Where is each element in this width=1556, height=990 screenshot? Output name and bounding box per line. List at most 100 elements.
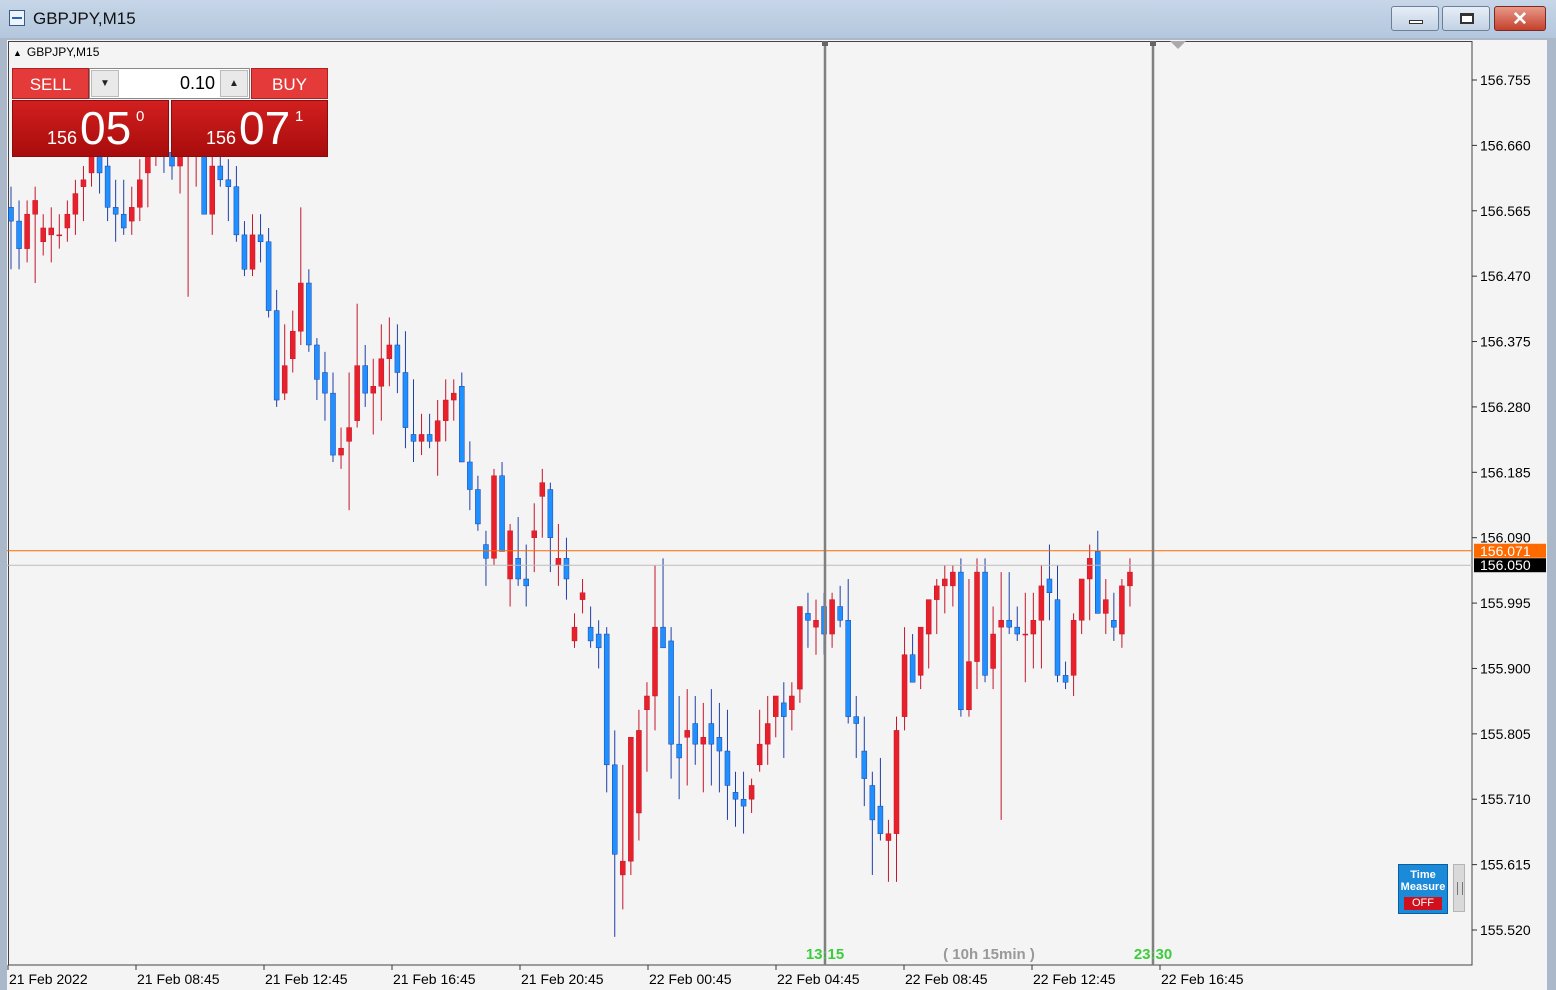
candle-body xyxy=(322,372,328,394)
candle-body xyxy=(805,613,811,621)
chart-area[interactable]: 13:15 23:30 ( 10h 15min ) 156.755 156.660 156… xyxy=(7,40,1547,990)
candle-body xyxy=(708,723,715,745)
price-tick-label: 155.805 xyxy=(1480,726,1531,742)
candle-body xyxy=(402,372,409,428)
candle-body xyxy=(885,833,892,841)
time-measure-label-line2: Measure xyxy=(1400,881,1446,893)
candle-body xyxy=(579,592,586,600)
candle-body xyxy=(475,489,481,525)
buy-price-pips: 07 xyxy=(239,102,291,154)
candle-body xyxy=(249,234,256,270)
time-measure-state: OFF xyxy=(1404,897,1442,910)
candle-body xyxy=(346,427,352,442)
candle-body xyxy=(716,737,723,752)
candle-body xyxy=(72,193,79,215)
window-titlebar[interactable]: GBPJPY,M15 ✕ xyxy=(0,0,1556,38)
price-tick-label: 155.615 xyxy=(1480,857,1531,873)
candle-body xyxy=(668,640,674,745)
candle-body xyxy=(950,571,956,587)
candle-body xyxy=(491,475,497,559)
candle-body xyxy=(563,558,570,580)
candle-body xyxy=(129,207,135,222)
price-tick-label: 155.520 xyxy=(1480,922,1531,938)
lot-increase-button[interactable]: ▲ xyxy=(220,70,248,97)
candle-body xyxy=(917,626,924,676)
time-measure-drag-handle[interactable] xyxy=(1453,864,1465,912)
candle-body xyxy=(877,805,884,834)
lot-decrease-button[interactable]: ▼ xyxy=(91,70,119,97)
candle-body xyxy=(660,626,666,649)
candle-body xyxy=(1111,620,1117,628)
chart-window-icon xyxy=(9,10,25,26)
candle-body xyxy=(990,633,996,669)
time-tick-label: 21 Feb 08:45 xyxy=(137,971,220,987)
time-tick-label: 21 Feb 12:45 xyxy=(265,971,348,987)
candle-body xyxy=(281,365,288,394)
candle-body xyxy=(48,227,54,236)
candle-body xyxy=(209,165,215,215)
candle-body xyxy=(1119,585,1125,635)
candle-body xyxy=(1038,585,1045,621)
buy-price-prefix: 156 xyxy=(206,128,237,148)
candle-body xyxy=(925,599,932,635)
sell-price-quote[interactable]: 156 05 0 xyxy=(12,100,169,157)
candle-body xyxy=(354,365,360,421)
time-measure-toggle-button[interactable]: Time Measure OFF xyxy=(1398,864,1448,914)
candle-body xyxy=(265,241,272,311)
chart-background xyxy=(7,40,1547,990)
sell-price-fraction: 0 xyxy=(136,108,145,125)
candle-body xyxy=(434,420,441,442)
candle-body xyxy=(571,626,578,642)
candle-body xyxy=(273,310,280,401)
buy-button[interactable]: BUY xyxy=(251,68,328,99)
candle-body xyxy=(620,860,626,876)
maximize-button[interactable] xyxy=(1442,6,1490,31)
candle-body xyxy=(837,606,843,621)
price-chart[interactable]: 13:15 23:30 ( 10h 15min ) 156.755 156.660 156… xyxy=(7,40,1547,990)
candle-body xyxy=(652,626,658,697)
time-marker-label: 23:30 xyxy=(1134,946,1172,963)
bid-price-label: 156.050 xyxy=(1480,557,1531,573)
candle-body xyxy=(241,234,248,270)
sell-price-prefix: 156 xyxy=(47,128,78,148)
close-button[interactable]: ✕ xyxy=(1494,6,1546,31)
sell-button[interactable]: SELL xyxy=(12,68,89,99)
candle-body xyxy=(120,213,127,229)
candle-body xyxy=(306,282,312,346)
candle-body xyxy=(1054,599,1061,676)
candle-body xyxy=(829,599,835,635)
candle-body xyxy=(1046,578,1053,594)
candle-body xyxy=(595,633,602,649)
candle-body xyxy=(636,730,642,814)
maximize-icon xyxy=(1460,13,1474,24)
lot-size-value[interactable]: 0.10 xyxy=(180,73,215,94)
time-tick-label: 22 Feb 12:45 xyxy=(1033,971,1116,987)
time-marker-label: 13:15 xyxy=(806,946,844,963)
candle-body xyxy=(958,571,964,711)
lot-size-input[interactable]: ▼ 0.10 ▲ xyxy=(89,68,250,99)
time-tick-label: 22 Feb 00:45 xyxy=(649,971,732,987)
candle-body xyxy=(982,571,988,676)
candle-body xyxy=(974,571,980,662)
candle-body xyxy=(104,165,111,208)
candle-body xyxy=(1022,633,1029,636)
candle-body xyxy=(756,743,763,766)
candle-body xyxy=(732,792,739,800)
candle-body xyxy=(40,227,46,242)
minimize-button[interactable] xyxy=(1391,6,1439,31)
candle-body xyxy=(24,213,30,249)
price-tick-label: 156.185 xyxy=(1480,464,1531,480)
candle-body xyxy=(764,723,771,745)
candle-body xyxy=(998,620,1004,628)
time-tick-label: 22 Feb 16:45 xyxy=(1161,971,1244,987)
candle-body xyxy=(692,723,698,745)
candle-body xyxy=(483,544,489,559)
candle-body xyxy=(330,392,336,456)
candle-body xyxy=(789,695,795,711)
candle-body xyxy=(966,661,972,711)
candle-body xyxy=(362,365,368,394)
candle-body xyxy=(233,186,240,236)
buy-price-quote[interactable]: 156 07 1 xyxy=(171,100,328,157)
candle-body xyxy=(386,344,393,359)
one-click-trading-panel: SELL ▼ 0.10 ▲ BUY 156 05 0 156 07 1 xyxy=(12,68,328,157)
